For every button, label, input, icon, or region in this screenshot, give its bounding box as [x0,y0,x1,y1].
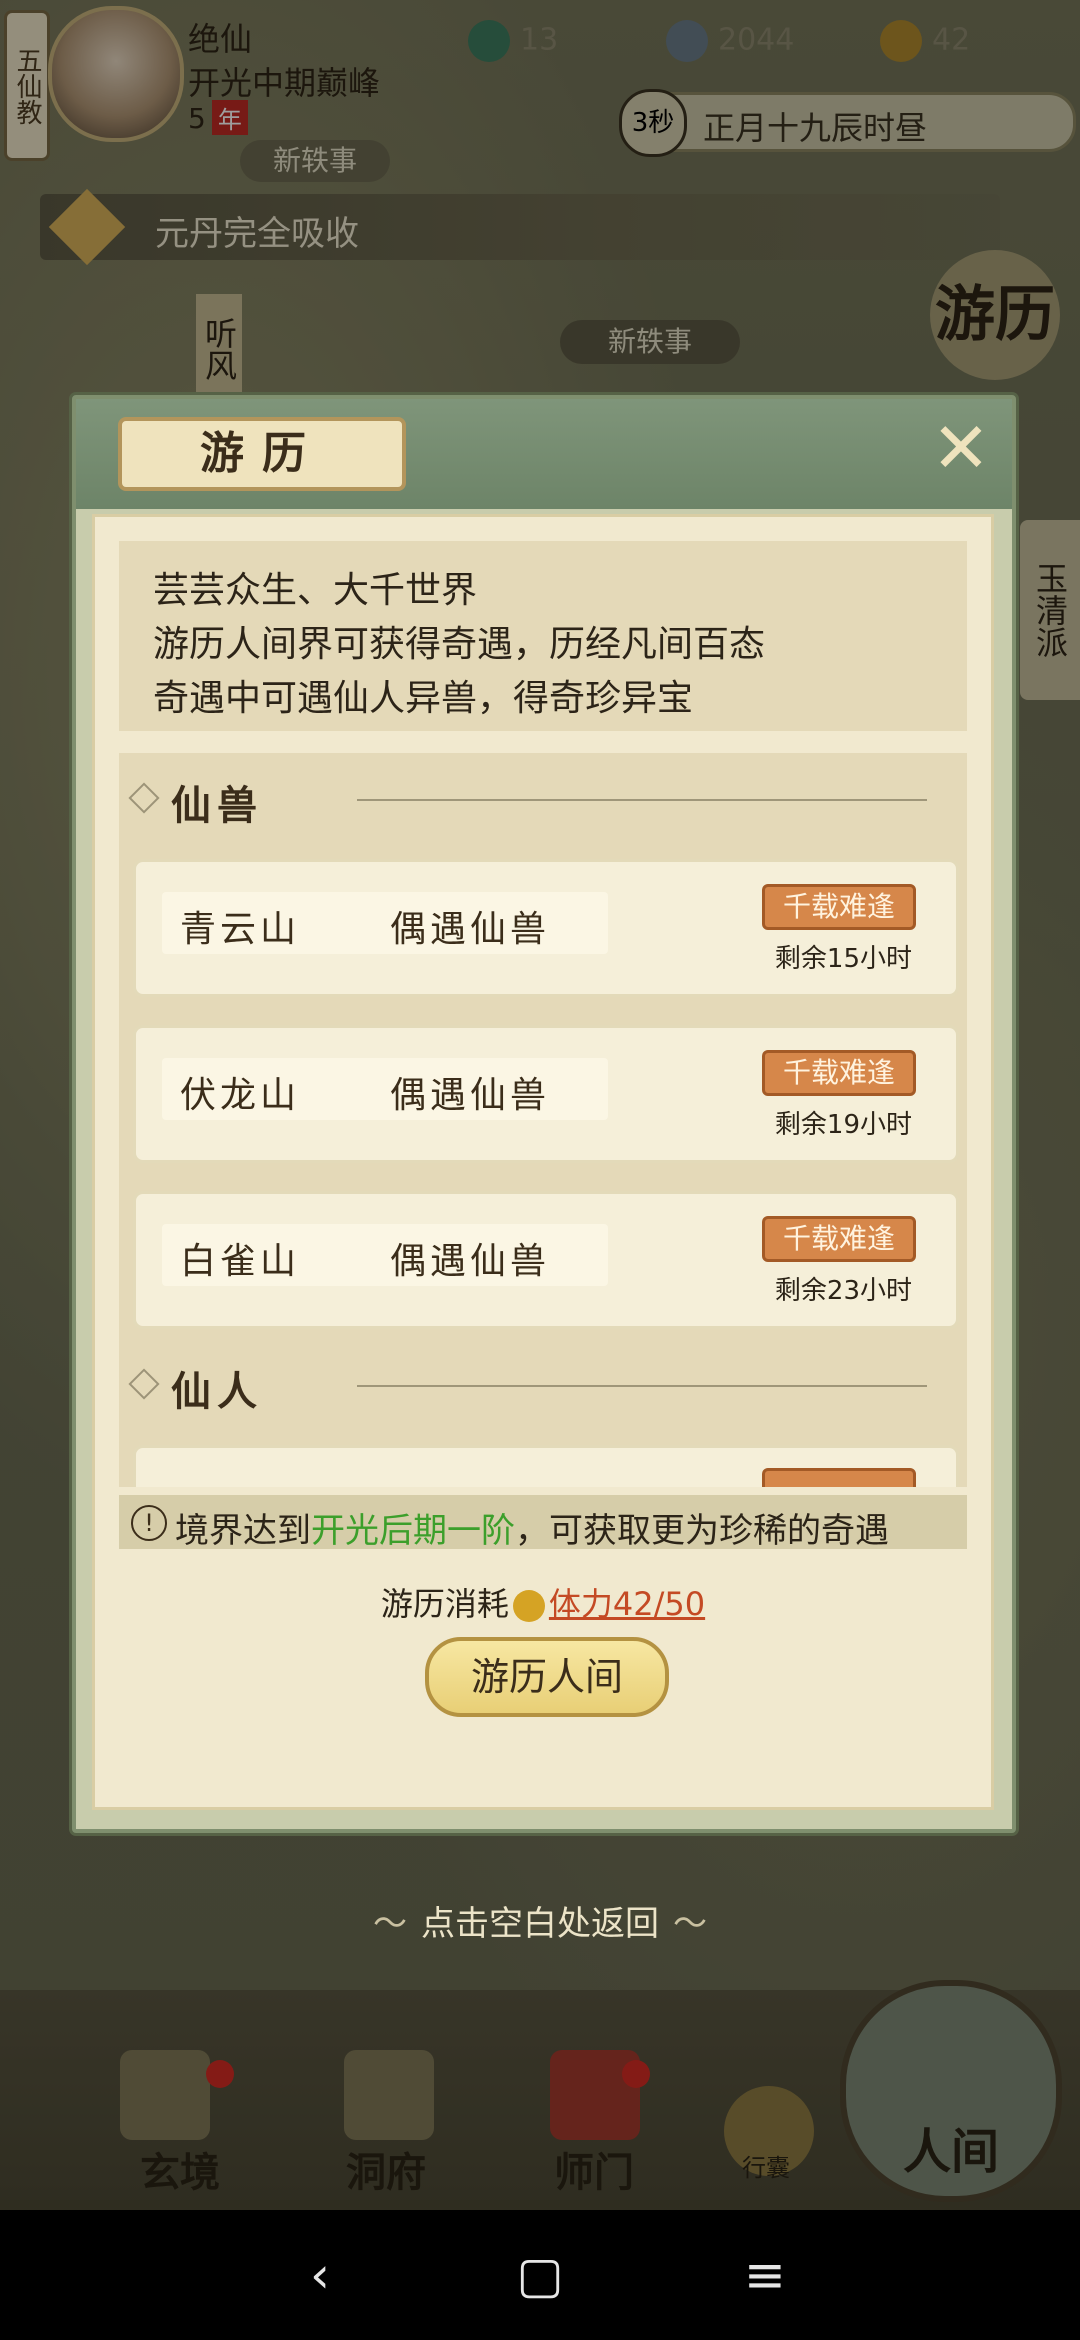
exclamation-icon: ! [131,1505,167,1541]
remaining-time: 剩余23小时 [774,1276,912,1306]
section-divider [357,1385,927,1387]
section-label: 仙人 [171,1369,263,1415]
encounter-plate: 青云山 偶遇仙兽 [162,892,608,954]
encounter-row[interactable]: 白雀山 偶遇仙兽 千载难逢 剩余23小时 [133,1191,959,1329]
section-header-xianren: 仙人 [127,1351,967,1415]
stamina-value[interactable]: 体力42/50 [549,1585,705,1623]
remaining-time: 剩余15小时 [774,944,912,974]
travel-button[interactable]: 游历人间 [425,1637,669,1717]
encounter-plate: 伏龙山 偶遇仙兽 [162,1058,608,1120]
encounter-place: 白雀山 [180,1241,301,1282]
encounter-place: 伏龙山 [180,1075,301,1116]
swirl-right-icon: 〜 [673,1904,707,1944]
encounter-list[interactable]: 仙兽 青云山 偶遇仙兽 千载难逢 剩余15小时 伏龙山 偶遇仙兽 千载难逢 剩余… [119,753,967,1487]
section-header-xianshou: 仙兽 [127,765,967,829]
encounter-row-partial[interactable] [133,1445,959,1487]
modal-title: 游历 [118,417,406,491]
hint-prefix: 境界达到 [175,1511,311,1551]
return-hint[interactable]: 〜点击空白处返回〜 [0,1896,1080,1945]
section-divider [357,799,927,801]
encounter-event: 偶遇仙兽 [390,1075,551,1116]
system-navigation-bar: ‹ ▢ ≡ [0,2210,1080,2340]
stamina-coin-icon [512,1590,545,1622]
diamond-icon [128,1368,160,1400]
youli-modal: 游历 ✕ 芸芸众生、大千世界 游历人间界可获得奇遇，历经凡间百态 奇遇中可遇仙人… [72,395,1016,1833]
rarity-badge-partial [762,1468,916,1487]
diamond-icon [128,782,160,814]
menu-icon[interactable]: ≡ [735,2245,795,2305]
rarity-badge: 千载难逢 [762,884,916,930]
section-label: 仙兽 [171,783,263,829]
swirl-left-icon: 〜 [373,1904,407,1944]
hint-highlight: 开光后期一阶 [311,1511,515,1551]
encounter-place: 青云山 [180,909,301,950]
encounter-plate: 白雀山 偶遇仙兽 [162,1224,608,1286]
hint-suffix: ，可获取更为珍稀的奇遇 [515,1511,889,1551]
close-icon[interactable]: ✕ [928,413,994,483]
realm-hint-text: 境界达到开光后期一阶，可获取更为珍稀的奇遇 [175,1503,889,1552]
description-line-3: 奇遇中可遇仙人异兽，得奇珍异宝 [153,678,694,719]
return-hint-text: 点击空白处返回 [421,1904,659,1944]
realm-hint: ! 境界达到开光后期一阶，可获取更为珍稀的奇遇 [119,1495,967,1552]
remaining-time: 剩余19小时 [774,1110,912,1140]
rarity-badge: 千载难逢 [762,1216,916,1262]
cost-label: 游历消耗 [380,1585,509,1623]
encounter-row[interactable]: 伏龙山 偶遇仙兽 千载难逢 剩余19小时 [133,1025,959,1163]
description-line-2: 游历人间界可获得奇遇，历经凡间百态 [153,624,766,665]
encounter-event: 偶遇仙兽 [390,1241,551,1282]
back-icon[interactable]: ‹ [290,2245,350,2305]
modal-header: 游历 ✕ [76,399,1012,509]
encounter-event: 偶遇仙兽 [390,909,551,950]
rarity-badge: 千载难逢 [762,1050,916,1096]
modal-body: 芸芸众生、大千世界 游历人间界可获得奇遇，历经凡间百态 奇遇中可遇仙人异兽，得奇… [92,514,994,1810]
description-box: 芸芸众生、大千世界 游历人间界可获得奇遇，历经凡间百态 奇遇中可遇仙人异兽，得奇… [119,541,967,731]
travel-cost: 游历消耗 体力42/50 [95,1579,991,1625]
description-line-1: 芸芸众生、大千世界 [153,570,478,611]
home-icon[interactable]: ▢ [510,2245,570,2305]
encounter-row[interactable]: 青云山 偶遇仙兽 千载难逢 剩余15小时 [133,859,959,997]
